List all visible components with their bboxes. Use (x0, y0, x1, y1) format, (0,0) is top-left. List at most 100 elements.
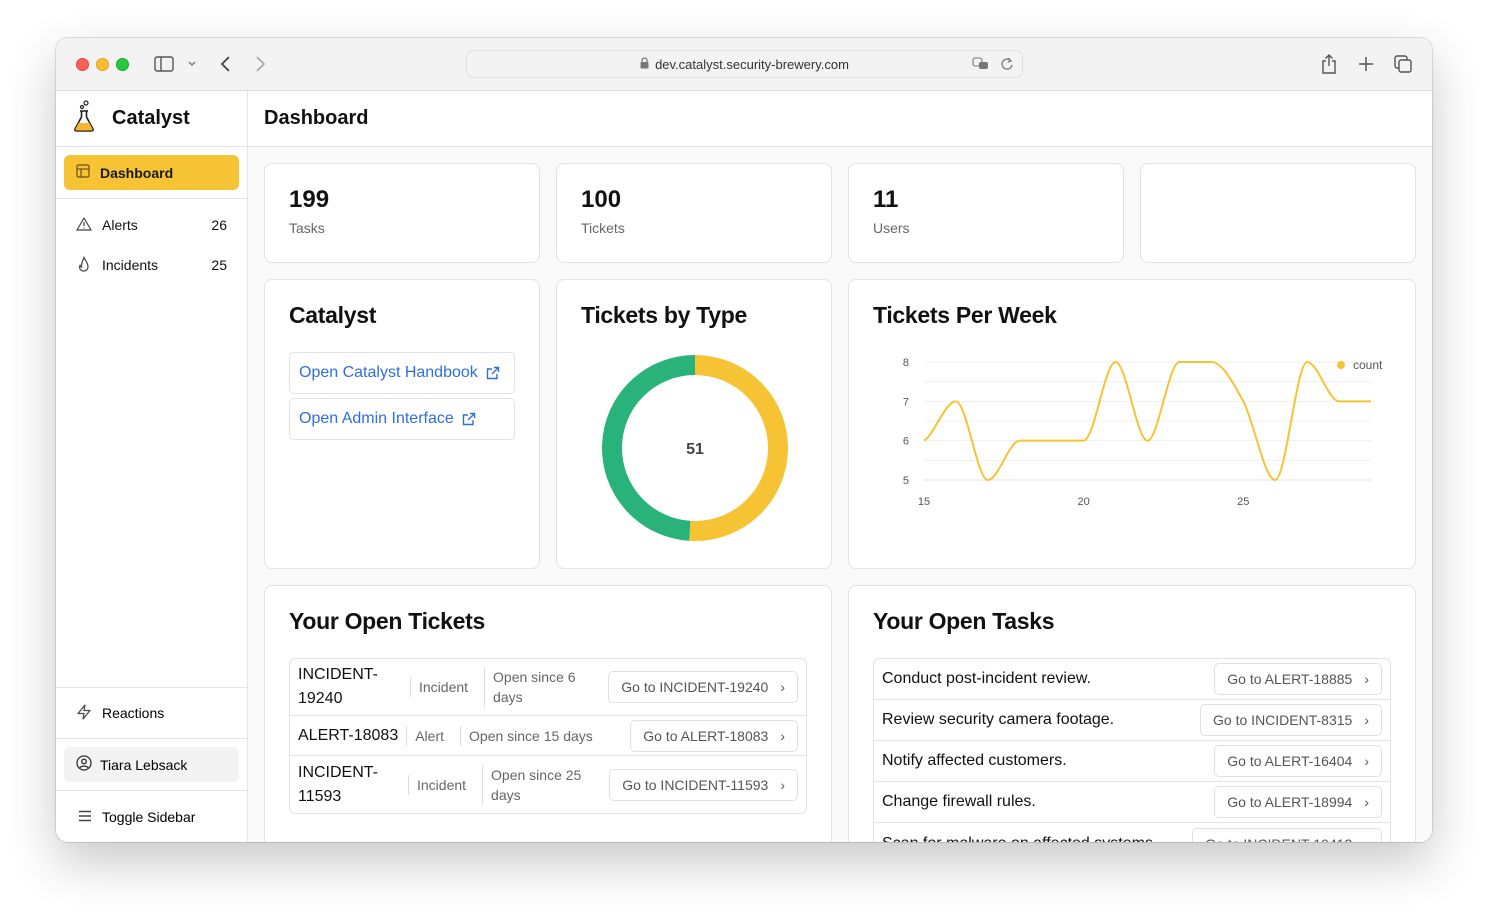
task-text: Conduct post-incident review. (882, 670, 1091, 687)
y-tick-label: 5 (903, 475, 909, 487)
task-text: Scan for malware on affected systems. (882, 835, 1157, 843)
go-to-ticket-button[interactable]: Go to INCIDENT-8315 › (1200, 704, 1382, 736)
x-tick-label: 25 (1237, 496, 1249, 508)
link-label: Open Admin Interface (299, 410, 454, 427)
maximize-window-button[interactable] (116, 58, 129, 71)
tickets-per-week-card: Tickets Per Week 5 6 7 8 15 20 25 count (848, 279, 1416, 569)
y-tick-label: 6 (903, 436, 909, 448)
user-circle-icon (76, 755, 92, 774)
tickets-list: INCIDENT-19240 Incident Open since 6 day… (289, 658, 807, 814)
sidebar-item-incidents[interactable]: Incidents 25 (56, 245, 247, 285)
ticket-id: INCIDENT-11593 (298, 763, 378, 805)
brand[interactable]: Catalyst (56, 91, 247, 147)
chevron-right-icon: › (1364, 794, 1369, 810)
go-to-ticket-button[interactable]: Go to ALERT-18885 › (1214, 663, 1382, 695)
ticket-row[interactable]: ALERT-18083 Alert Open since 15 days Go … (290, 716, 806, 756)
app-name: Catalyst (112, 107, 190, 129)
open-tasks-card: Your Open Tasks Conduct post-incident re… (848, 585, 1416, 842)
tab-overview-icon[interactable] (1392, 52, 1414, 76)
go-to-ticket-button[interactable]: Go to INCIDENT-11593 › (609, 768, 798, 801)
address-bar[interactable]: dev.catalyst.security-brewery.com (466, 50, 1023, 78)
ticket-age: Open since 15 days (460, 725, 601, 746)
stat-label: Users (873, 220, 910, 236)
donut-chart: 51 (602, 355, 788, 541)
new-tab-icon[interactable] (1355, 52, 1377, 76)
ticket-age: Open since 6 days (484, 667, 594, 707)
toggle-sidebar-button[interactable]: Toggle Sidebar (56, 790, 247, 842)
translate-icon[interactable] (972, 57, 990, 74)
user-name: Tiara Lebsack (100, 756, 188, 773)
task-row[interactable]: Notify affected customers. Go to ALERT-1… (874, 741, 1390, 782)
chevron-right-icon: › (780, 727, 785, 744)
legend-label: count (1353, 358, 1383, 372)
chevron-right-icon: › (1364, 836, 1369, 843)
sidebar-toggle-icon[interactable] (152, 52, 176, 76)
task-row[interactable]: Scan for malware on affected systems. Go… (874, 823, 1390, 842)
x-tick-label: 20 (1078, 496, 1090, 508)
forward-icon[interactable] (250, 52, 270, 76)
go-to-ticket-button[interactable]: Go to INCIDENT-19240 › (608, 671, 798, 703)
main-content: Dashboard 199 Tasks 100 Tickets 11 Users… (248, 91, 1432, 842)
button-label: Go to INCIDENT-11593 (622, 776, 769, 793)
close-window-button[interactable] (76, 58, 89, 71)
reload-icon[interactable] (1000, 56, 1014, 75)
sidebar-item-dashboard[interactable]: Dashboard (64, 155, 239, 190)
stat-label: Tasks (289, 220, 325, 236)
ticket-type: Alert (406, 725, 452, 746)
user-menu[interactable]: Tiara Lebsack (64, 747, 239, 782)
toggle-sidebar-label: Toggle Sidebar (102, 808, 196, 825)
task-text: Change firewall rules. (882, 793, 1036, 810)
ticket-row[interactable]: INCIDENT-19240 Incident Open since 6 day… (290, 659, 806, 716)
button-label: Go to ALERT-18994 (1227, 794, 1353, 810)
chart-legend[interactable]: count (1337, 358, 1383, 372)
external-link-icon (462, 412, 475, 426)
stat-card-tickets: 100 Tickets (556, 163, 832, 263)
share-icon[interactable] (1318, 52, 1340, 76)
flame-icon (76, 255, 92, 275)
sidebar-item-label: Reactions (102, 705, 165, 721)
ticket-id: ALERT-18083 (298, 726, 399, 744)
y-tick-label: 8 (903, 357, 909, 369)
donut-slice-incident[interactable] (602, 355, 696, 541)
chevron-right-icon: › (780, 776, 785, 793)
chevron-right-icon: › (1364, 671, 1369, 687)
button-label: Go to INCIDENT-19412 (1205, 836, 1352, 843)
sidebar-item-reactions[interactable]: Reactions (56, 687, 247, 739)
chevron-right-icon: › (780, 679, 785, 695)
minimize-window-button[interactable] (96, 58, 109, 71)
card-title: Your Open Tasks (873, 608, 1055, 634)
go-to-ticket-button[interactable]: Go to ALERT-18994 › (1214, 786, 1382, 818)
open-admin-link[interactable]: Open Admin Interface (289, 398, 515, 440)
stat-card-users: 11 Users (848, 163, 1124, 263)
x-tick-label: 15 (918, 496, 930, 508)
button-label: Go to ALERT-18885 (1227, 671, 1353, 687)
task-row[interactable]: Review security camera footage. Go to IN… (874, 700, 1390, 741)
go-to-ticket-button[interactable]: Go to INCIDENT-19412 › (1192, 827, 1382, 843)
tasks-list: Conduct post-incident review. Go to ALER… (873, 658, 1391, 842)
back-icon[interactable] (216, 52, 236, 76)
task-row[interactable]: Conduct post-incident review. Go to ALER… (874, 659, 1390, 700)
button-label: Go to ALERT-16404 (1227, 753, 1353, 769)
go-to-ticket-button[interactable]: Go to ALERT-16404 › (1214, 745, 1382, 777)
sidebar-item-alerts[interactable]: Alerts 26 (56, 205, 247, 245)
line-chart: 5 6 7 8 15 20 25 count (903, 357, 1383, 508)
card-title: Catalyst (289, 302, 377, 328)
button-label: Go to ALERT-18083 (643, 727, 769, 744)
y-tick-label: 7 (903, 396, 909, 408)
task-text: Review security camera footage. (882, 711, 1115, 728)
browser-window: dev.catalyst.security-brewery.com Cataly… (56, 38, 1432, 842)
flask-logo-icon (72, 99, 96, 138)
tickets-by-type-card: Tickets by Type 51 (556, 279, 832, 569)
task-row[interactable]: Change firewall rules. Go to ALERT-18994… (874, 782, 1390, 823)
chevron-down-icon[interactable] (184, 52, 200, 76)
ticket-type: Incident (410, 677, 476, 697)
sidebar-item-label: Dashboard (100, 164, 174, 181)
link-label: Open Catalyst Handbook (299, 364, 478, 381)
open-handbook-link[interactable]: Open Catalyst Handbook (289, 352, 515, 394)
chevron-right-icon: › (1364, 712, 1369, 728)
ticket-row[interactable]: INCIDENT-11593 Incident Open since 25 da… (290, 756, 806, 813)
page-title: Dashboard (248, 91, 1432, 147)
ticket-id: INCIDENT-19240 (298, 666, 378, 707)
go-to-ticket-button[interactable]: Go to ALERT-18083 › (630, 719, 798, 752)
card-title: Tickets by Type (581, 302, 747, 328)
